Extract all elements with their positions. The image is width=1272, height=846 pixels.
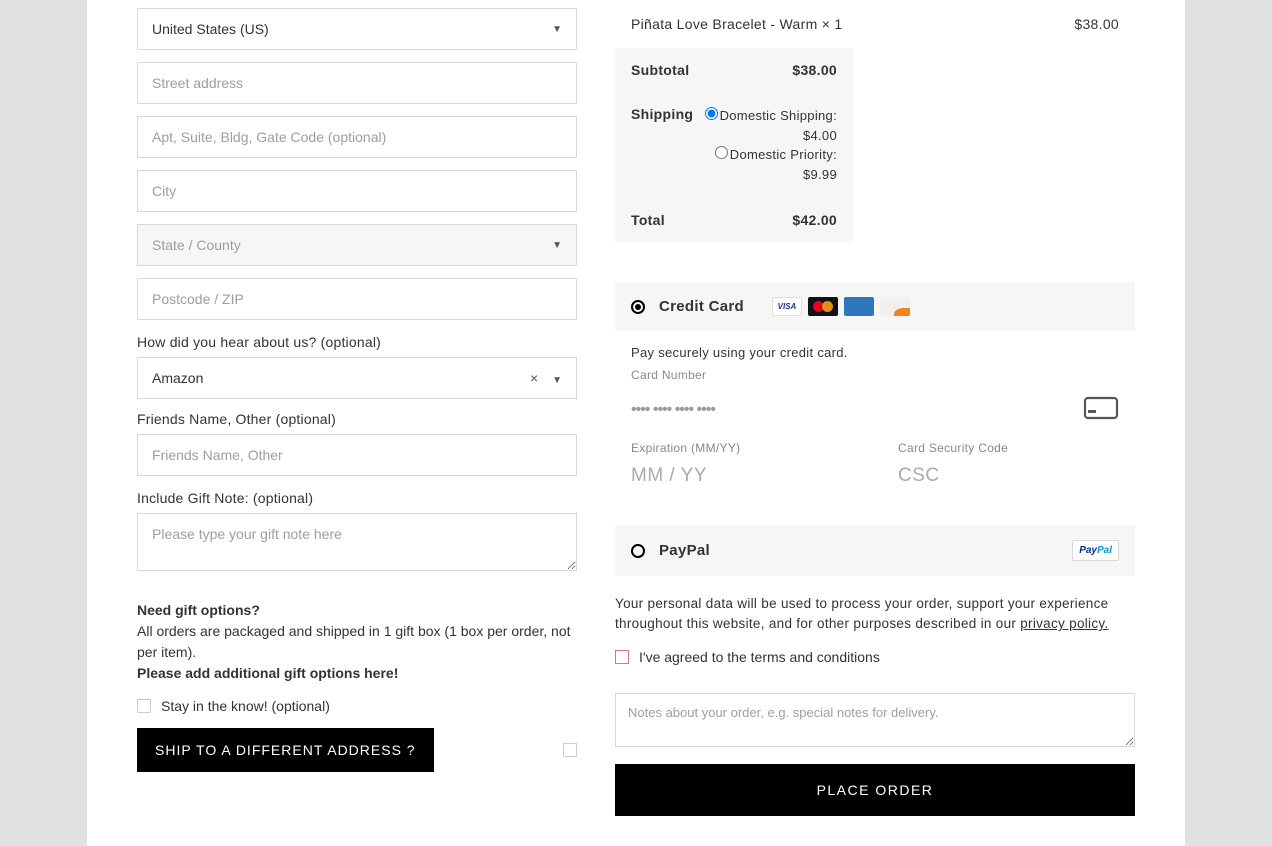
shipping-radio-domestic[interactable] xyxy=(705,107,718,120)
country-select[interactable]: United States (US) ▼ xyxy=(137,8,577,50)
gift-info-line: All orders are packaged and shipped in 1… xyxy=(137,621,577,663)
subtotal-label: Subtotal xyxy=(631,62,689,78)
privacy-policy-link[interactable]: privacy policy. xyxy=(1020,616,1108,631)
card-number-input[interactable]: •••• •••• •••• •••• xyxy=(631,401,715,419)
shipping-label: Shipping xyxy=(631,106,693,184)
order-summary: Subtotal $38.00 Shipping Domestic Shippi… xyxy=(615,48,853,242)
gift-info-heading: Need gift options? xyxy=(137,600,577,621)
referral-label: How did you hear about us? (optional) xyxy=(137,334,577,350)
gift-note-textarea[interactable] xyxy=(137,513,577,571)
state-select[interactable]: State / County ▼ xyxy=(137,224,577,266)
terms-row[interactable]: I've agreed to the terms and conditions xyxy=(615,649,1135,665)
expiry-input[interactable]: MM / YY xyxy=(631,461,852,491)
friends-input[interactable] xyxy=(137,434,577,476)
csc-input[interactable]: CSC xyxy=(898,461,1119,491)
shipping-option-priority[interactable]: Domestic Priority: $9.99 xyxy=(715,147,837,182)
newsletter-label: Stay in the know! (optional) xyxy=(161,698,330,714)
referral-select[interactable]: Amazon × ▼ xyxy=(137,357,577,399)
chevron-down-icon: ▼ xyxy=(552,240,562,251)
postcode-input[interactable] xyxy=(137,278,577,320)
card-brand-icons: VISA xyxy=(772,297,910,316)
order-notes-textarea[interactable] xyxy=(615,693,1135,747)
paypal-icon: PayPal xyxy=(1072,540,1119,561)
place-order-button[interactable]: PLACE ORDER xyxy=(615,764,1135,816)
order-item-row: Piñata Love Bracelet - Warm × 1 $38.00 xyxy=(615,12,1135,48)
discover-icon xyxy=(880,297,910,316)
credit-card-radio[interactable] xyxy=(631,300,645,314)
shipping-option-domestic[interactable]: Domestic Shipping: $4.00 xyxy=(705,108,837,143)
clear-icon[interactable]: × xyxy=(530,370,538,386)
paypal-radio[interactable] xyxy=(631,544,645,558)
state-placeholder: State / County xyxy=(152,237,241,253)
gift-info-cta[interactable]: Please add additional gift options here! xyxy=(137,663,577,684)
order-item-qty: × 1 xyxy=(822,16,843,32)
newsletter-row[interactable]: Stay in the know! (optional) xyxy=(137,698,577,714)
subtotal-value: $38.00 xyxy=(792,62,837,78)
order-item-name: Piñata Love Bracelet - Warm xyxy=(631,16,822,32)
friends-label: Friends Name, Other (optional) xyxy=(137,411,577,427)
paypal-label: PayPal xyxy=(659,542,710,559)
referral-value: Amazon xyxy=(152,370,203,386)
credit-card-icon xyxy=(1083,394,1119,425)
total-label: Total xyxy=(631,212,665,228)
street-address-input[interactable] xyxy=(137,62,577,104)
terms-label: I've agreed to the terms and conditions xyxy=(639,649,880,665)
city-input[interactable] xyxy=(137,170,577,212)
terms-checkbox[interactable] xyxy=(615,650,629,664)
card-number-label: Card Number xyxy=(631,368,1119,382)
expiry-label: Expiration (MM/YY) xyxy=(631,441,852,455)
country-value: United States (US) xyxy=(152,21,269,37)
shipping-radio-priority[interactable] xyxy=(715,146,728,159)
apt-input[interactable] xyxy=(137,116,577,158)
chevron-down-icon: ▼ xyxy=(552,24,562,35)
mastercard-icon xyxy=(808,297,838,316)
amex-icon xyxy=(844,297,874,316)
visa-icon: VISA xyxy=(772,297,802,316)
gift-info: Need gift options? All orders are packag… xyxy=(137,600,577,684)
gift-note-label: Include Gift Note: (optional) xyxy=(137,490,577,506)
ship-different-address-button[interactable]: SHIP TO A DIFFERENT ADDRESS ? xyxy=(137,728,434,772)
total-value: $42.00 xyxy=(792,212,837,228)
privacy-text: Your personal data will be used to proce… xyxy=(615,594,1135,635)
csc-label: Card Security Code xyxy=(898,441,1119,455)
ship-different-address-checkbox[interactable] xyxy=(563,743,577,757)
newsletter-checkbox[interactable] xyxy=(137,699,151,713)
cc-label: Credit Card xyxy=(659,298,744,315)
payment-option-credit-card[interactable]: Credit Card VISA xyxy=(615,282,1135,331)
payment-option-paypal[interactable]: PayPal PayPal xyxy=(615,525,1135,576)
chevron-down-icon: ▼ xyxy=(552,375,562,386)
cc-description: Pay securely using your credit card. xyxy=(631,345,1119,360)
order-item-price: $38.00 xyxy=(1074,16,1119,32)
